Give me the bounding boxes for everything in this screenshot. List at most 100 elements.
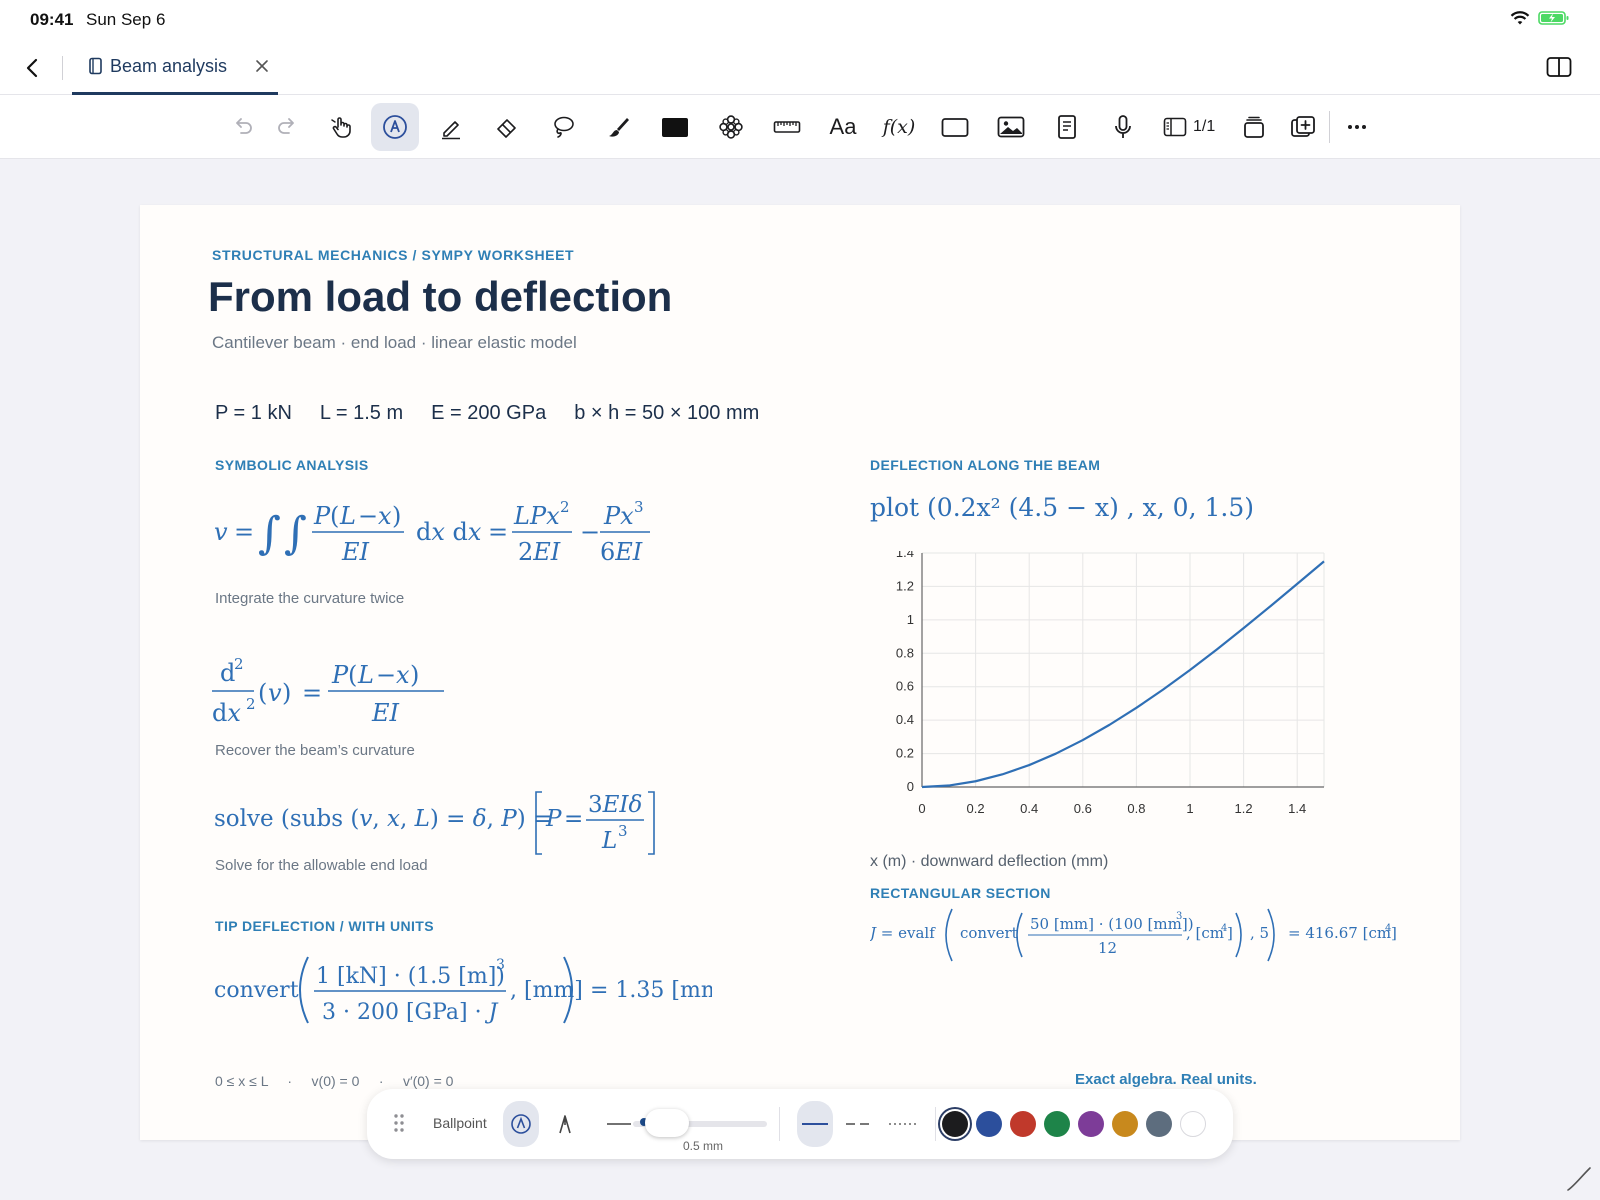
page-title: From load to deflection: [208, 273, 673, 320]
eraser-tool[interactable]: [483, 103, 531, 151]
svg-text:3: 3: [634, 498, 644, 516]
hand-pointer-icon: [331, 117, 351, 138]
highlighter-tool[interactable]: [427, 103, 475, 151]
system-indicators: [1510, 10, 1570, 26]
color-swatch[interactable]: [976, 1111, 1002, 1137]
brush-tool[interactable]: [595, 103, 643, 151]
svg-text:solve (subs (v, x, L) = δ, P): solve (subs (v, x, L) = δ, P) =: [214, 806, 552, 832]
x-tick-label: 0: [918, 801, 925, 816]
page-count: 1/1: [1193, 118, 1216, 135]
page-template-tool[interactable]: [1043, 103, 1091, 151]
apple-pencil-icon: [1567, 1167, 1591, 1191]
svg-text:=: =: [234, 518, 254, 546]
elements-tool[interactable]: [707, 103, 755, 151]
svg-text:): ): [410, 661, 419, 689]
thickness-slider-knob[interactable]: [645, 1109, 689, 1137]
svg-text:EI: EI: [371, 699, 400, 727]
svg-text:= 416.67 [cm: = 416.67 [cm: [1288, 924, 1391, 942]
text-tool-label: Aa: [829, 114, 857, 139]
undo-icon: [236, 118, 252, 134]
pen-tool[interactable]: [371, 103, 419, 151]
pen-circle-icon: [511, 1114, 531, 1134]
ballpoint-pen-button[interactable]: [503, 1101, 539, 1147]
color-swatch[interactable]: [1180, 1111, 1206, 1137]
more-button[interactable]: [1333, 103, 1381, 151]
fountain-pen-button[interactable]: [547, 1101, 583, 1147]
y-tick-label: 0.2: [896, 746, 914, 761]
color-swatch[interactable]: [1010, 1111, 1036, 1137]
dashed-line-button[interactable]: [841, 1101, 877, 1147]
split-view-button[interactable]: [1546, 56, 1572, 78]
svg-text:): ): [282, 679, 291, 707]
chart-caption: x (m) · downward deflection (mm): [870, 853, 1109, 870]
thin-line-icon: [607, 1123, 631, 1125]
hand-tool[interactable]: [317, 103, 365, 151]
tab-divider: [62, 56, 63, 80]
add-page-button[interactable]: [1279, 103, 1327, 151]
page-layers-button[interactable]: [1230, 103, 1278, 151]
audio-record-tool[interactable]: [1099, 103, 1147, 151]
palette-separator: [935, 1107, 936, 1141]
undo-button[interactable]: [219, 103, 267, 151]
brush-icon: [609, 118, 629, 137]
chart-grid: [921, 552, 1325, 788]
toolbar-separator: [1329, 111, 1330, 143]
svg-text:L: L: [601, 828, 617, 854]
palette-separator: [779, 1107, 780, 1141]
shape-tool[interactable]: [931, 103, 979, 151]
svg-text:(: (: [330, 502, 339, 530]
rectangle-outline-icon: [941, 118, 969, 137]
svg-text:3 · 200 [GPa] · J: 3 · 200 [GPa] · J: [322, 1000, 499, 1025]
formula-tool-label: f(x): [882, 116, 916, 138]
shape-fill-tool[interactable]: [651, 103, 699, 151]
param-length: L = 1.5 m: [319, 402, 404, 424]
svg-text:convert: convert: [960, 924, 1018, 942]
dotted-line-icon: [889, 1123, 917, 1125]
svg-text:L: L: [357, 661, 374, 689]
svg-text:=: =: [488, 518, 508, 546]
tab-close-button[interactable]: [253, 57, 271, 75]
svg-text:=: =: [564, 806, 583, 832]
status-bar: 09:41 Sun Sep 6: [0, 0, 1600, 40]
y-tick-label: 0.4: [896, 712, 914, 727]
ruler-tool[interactable]: [763, 103, 811, 151]
tip-deflection-label: TIP DEFLECTION / WITH UNITS: [215, 918, 434, 934]
tab-beam-analysis[interactable]: Beam analysis: [72, 40, 278, 95]
page-navigator[interactable]: 1/1: [1163, 103, 1215, 151]
svg-text:(: (: [348, 661, 357, 689]
status-date: Sun Sep 6: [86, 10, 166, 29]
text-tool[interactable]: Aa: [819, 103, 867, 151]
solid-line-button[interactable]: [797, 1101, 833, 1147]
filled-rectangle-icon: [662, 118, 688, 137]
fountain-pen-icon: [559, 1115, 571, 1134]
chevron-left-icon: [26, 58, 38, 78]
x-tick-label: 0.2: [967, 801, 985, 816]
redo-button[interactable]: [263, 103, 311, 151]
svg-text:dx dx: dx dx: [416, 518, 482, 546]
notebook-page[interactable]: STRUCTURAL MECHANICS / SYMPY WORKSHEET F…: [140, 205, 1460, 1140]
drag-handle-icon[interactable]: [393, 1113, 405, 1133]
svg-text:): ): [392, 502, 401, 530]
color-swatch[interactable]: [1146, 1111, 1172, 1137]
lasso-tool[interactable]: [539, 103, 587, 151]
svg-text:dx: dx: [212, 699, 241, 727]
add-page-icon: [1291, 116, 1315, 137]
formula-tool[interactable]: f(x): [875, 103, 923, 151]
svg-text:∫: ∫: [284, 508, 307, 559]
color-swatch[interactable]: [1112, 1111, 1138, 1137]
svg-text:3: 3: [1176, 911, 1182, 922]
svg-text:]: ]: [1391, 924, 1397, 942]
svg-text:convert: convert: [214, 978, 299, 1003]
svg-text:2: 2: [560, 498, 570, 516]
svg-text:= 1.35 [mm]: = 1.35 [mm]: [590, 978, 712, 1003]
back-button[interactable]: [18, 54, 46, 82]
dotted-line-button[interactable]: [885, 1101, 921, 1147]
svg-text:50 [mm] · (100 [mm]): 50 [mm] · (100 [mm]): [1030, 915, 1194, 933]
color-swatch[interactable]: [1078, 1111, 1104, 1137]
redo-icon: [278, 118, 294, 134]
svg-text:3: 3: [496, 957, 505, 973]
color-swatch[interactable]: [942, 1111, 968, 1137]
color-swatch[interactable]: [1044, 1111, 1070, 1137]
image-tool[interactable]: [987, 103, 1035, 151]
deflection-section-label: DEFLECTION ALONG THE BEAM: [870, 457, 1101, 473]
